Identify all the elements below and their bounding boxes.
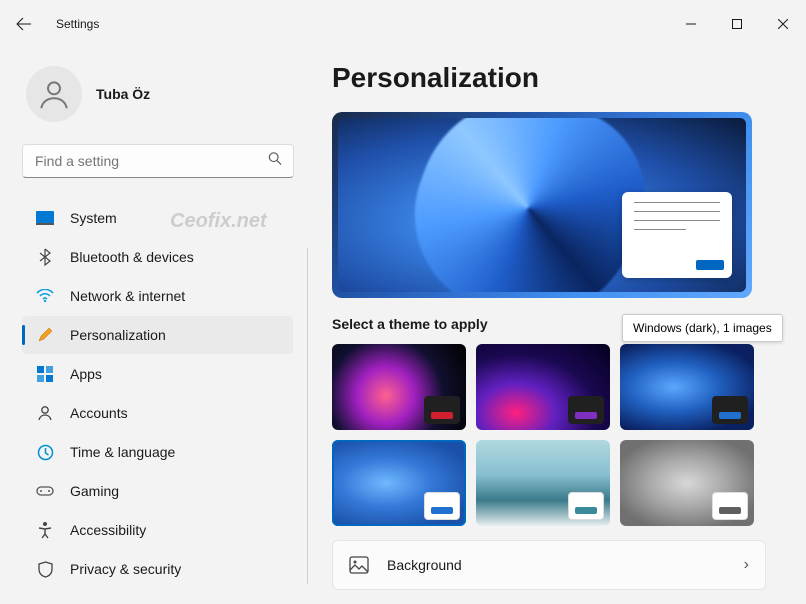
desktop-preview (332, 112, 752, 298)
nav-item-gaming[interactable]: Gaming (22, 472, 293, 510)
theme-tooltip: Windows (dark), 1 images (622, 314, 783, 342)
nav-list: System Bluetooth & devices Network & int… (18, 198, 298, 589)
nav-item-apps[interactable]: Apps (22, 355, 293, 393)
nav-label: Time & language (70, 444, 175, 460)
clock-icon (36, 443, 54, 461)
nav-label: System (70, 210, 117, 226)
avatar (26, 66, 82, 122)
page-title: Personalization (332, 62, 776, 94)
shield-icon (36, 560, 54, 578)
theme-option-6[interactable] (620, 440, 754, 526)
nav-label: Apps (70, 366, 102, 382)
nav-label: Accounts (70, 405, 128, 421)
theme-option-5[interactable] (476, 440, 610, 526)
nav-label: Privacy & security (70, 561, 181, 577)
user-name: Tuba Öz (96, 86, 150, 102)
nav-item-accounts[interactable]: Accounts (22, 394, 293, 432)
bluetooth-icon (36, 248, 54, 266)
wifi-icon (36, 287, 54, 305)
picture-icon (349, 555, 369, 575)
setting-title: Background (387, 557, 726, 573)
theme-option-2[interactable] (476, 344, 610, 430)
nav-item-time[interactable]: Time & language (22, 433, 293, 471)
nav-label: Gaming (70, 483, 119, 499)
gamepad-icon (36, 482, 54, 500)
window-title: Settings (56, 17, 99, 31)
nav-item-system[interactable]: System (22, 199, 293, 237)
theme-option-1[interactable] (332, 344, 466, 430)
chevron-right-icon: › (744, 556, 749, 574)
nav-label: Personalization (70, 327, 166, 343)
apps-icon (36, 365, 54, 383)
theme-option-3[interactable] (620, 344, 754, 430)
minimize-button[interactable] (668, 8, 714, 40)
user-account-row[interactable]: Tuba Öz (18, 60, 298, 144)
nav-label: Network & internet (70, 288, 185, 304)
sidebar-divider (307, 248, 308, 584)
person-icon (36, 404, 54, 422)
theme-option-4[interactable] (332, 440, 466, 526)
nav-item-bluetooth[interactable]: Bluetooth & devices (22, 238, 293, 276)
theme-grid: Windows (dark), 1 images (332, 344, 772, 526)
nav-item-privacy[interactable]: Privacy & security (22, 550, 293, 588)
nav-label: Accessibility (70, 522, 146, 538)
close-button[interactable] (760, 8, 806, 40)
background-setting-row[interactable]: Background › (332, 540, 766, 590)
accessibility-icon (36, 521, 54, 539)
preview-window (622, 192, 732, 278)
nav-item-accessibility[interactable]: Accessibility (22, 511, 293, 549)
back-button[interactable] (14, 14, 34, 34)
maximize-button[interactable] (714, 8, 760, 40)
nav-item-personalization[interactable]: Personalization (22, 316, 293, 354)
system-icon (36, 209, 54, 227)
nav-label: Bluetooth & devices (70, 249, 194, 265)
search-input[interactable] (22, 144, 294, 178)
nav-item-network[interactable]: Network & internet (22, 277, 293, 315)
search-icon (268, 152, 282, 171)
paintbrush-icon (36, 326, 54, 344)
